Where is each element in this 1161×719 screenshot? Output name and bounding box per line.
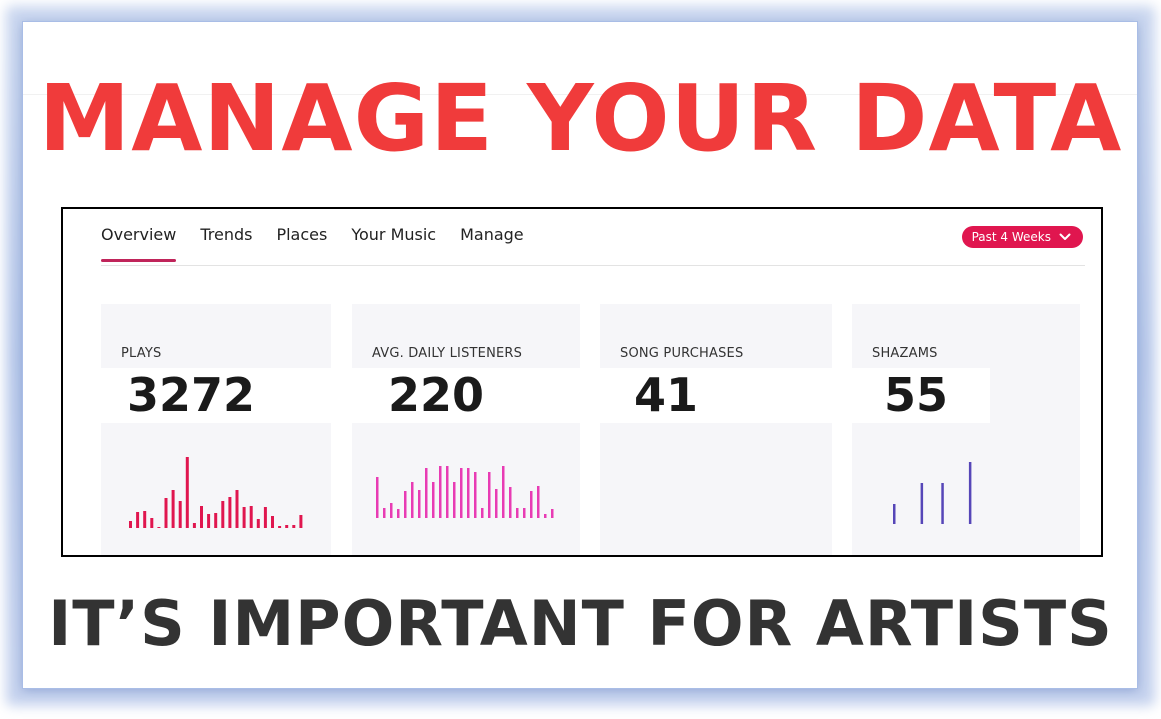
spark-bar <box>893 504 896 524</box>
spark-bar <box>150 518 154 528</box>
stat-value: 41 <box>634 368 699 422</box>
stat-card-song-purchases[interactable]: SONG PURCHASES 41 <box>600 304 832 555</box>
spark-bar <box>292 525 296 528</box>
spark-bar <box>285 525 289 528</box>
sparkline-shazams <box>893 462 972 524</box>
spark-bar <box>178 501 182 528</box>
spark-bar <box>242 507 246 528</box>
spark-bar <box>418 490 421 518</box>
chevron-down-icon <box>1059 233 1071 240</box>
spark-bar <box>502 466 505 518</box>
tab-trends[interactable]: Trends <box>200 225 252 262</box>
stat-label: PLAYS <box>121 346 162 361</box>
stat-card-plays[interactable]: PLAYS 3272 <box>101 304 331 555</box>
spark-bar <box>530 491 533 518</box>
tab-manage[interactable]: Manage <box>460 225 524 262</box>
stat-label: AVG. DAILY LISTENERS <box>372 346 523 361</box>
date-range-label: Past 4 Weeks <box>971 230 1051 244</box>
spark-bar <box>523 508 526 518</box>
dashboard-screenshot: Overview Trends Places Your Music Manage… <box>61 207 1103 557</box>
spark-bar <box>129 521 132 528</box>
spark-bar <box>214 513 218 528</box>
spark-bar <box>249 506 253 528</box>
spark-bar <box>235 490 239 528</box>
spark-bar <box>192 523 196 528</box>
spark-bar <box>383 508 386 518</box>
spark-bar <box>136 512 140 528</box>
spark-bar <box>488 472 491 518</box>
spark-bar <box>460 468 463 518</box>
spark-bar <box>551 509 554 518</box>
spark-bar <box>467 468 470 518</box>
spark-bar <box>185 457 189 528</box>
tab-divider <box>101 265 1085 266</box>
sparkline-plays <box>129 457 303 528</box>
spark-bar <box>516 508 519 518</box>
stat-value: 55 <box>884 368 949 422</box>
spark-bar <box>453 482 456 518</box>
stat-label: SONG PURCHASES <box>620 346 744 361</box>
stat-value: 220 <box>388 368 485 422</box>
sparkline-listeners <box>376 466 554 518</box>
spark-bar <box>157 527 161 528</box>
stat-card-shazams[interactable]: SHAZAMS 55 <box>852 304 1080 555</box>
spark-bar <box>263 507 267 528</box>
spark-bar <box>941 483 944 524</box>
tab-your-music[interactable]: Your Music <box>351 225 436 262</box>
tab-bar: Overview Trends Places Your Music Manage <box>101 225 548 262</box>
spark-bar <box>404 491 407 518</box>
date-range-dropdown[interactable]: Past 4 Weeks <box>961 226 1083 248</box>
subline: IT’S IMPORTANT FOR ARTISTS <box>48 587 1113 660</box>
spark-bar <box>397 509 400 518</box>
stat-card-avg-daily-listeners[interactable]: AVG. DAILY LISTENERS 220 <box>352 304 580 555</box>
spark-bar <box>537 486 540 518</box>
spark-bar <box>278 526 282 528</box>
stat-value: 3272 <box>127 368 256 422</box>
spark-bar <box>299 515 303 528</box>
spark-bar <box>164 498 168 528</box>
spark-bar <box>474 472 477 518</box>
spark-bar <box>509 487 512 518</box>
spark-bar <box>495 489 498 518</box>
spark-bar <box>432 482 435 518</box>
spark-bar <box>207 514 211 528</box>
spark-bar <box>376 477 379 518</box>
spark-bar <box>271 516 274 528</box>
spark-bar <box>143 511 147 528</box>
spark-bar <box>968 462 972 524</box>
spark-bar <box>171 490 175 528</box>
spark-bar <box>544 514 547 518</box>
spark-bar <box>439 466 442 518</box>
spark-bar <box>446 466 449 518</box>
stat-label: SHAZAMS <box>872 346 938 361</box>
tab-places[interactable]: Places <box>276 225 327 262</box>
spark-bar <box>390 503 393 518</box>
tab-overview[interactable]: Overview <box>101 225 177 262</box>
spark-bar <box>221 501 225 528</box>
spark-bar <box>425 468 428 518</box>
spark-bar <box>228 497 232 528</box>
spark-bar <box>411 482 414 518</box>
sparkline-purchases <box>600 444 832 534</box>
spark-bar <box>256 519 260 528</box>
spark-bar <box>200 506 203 528</box>
headline: MANAGE YOUR DATA <box>38 65 1123 172</box>
spark-bar <box>920 483 924 524</box>
spark-bar <box>481 508 484 518</box>
